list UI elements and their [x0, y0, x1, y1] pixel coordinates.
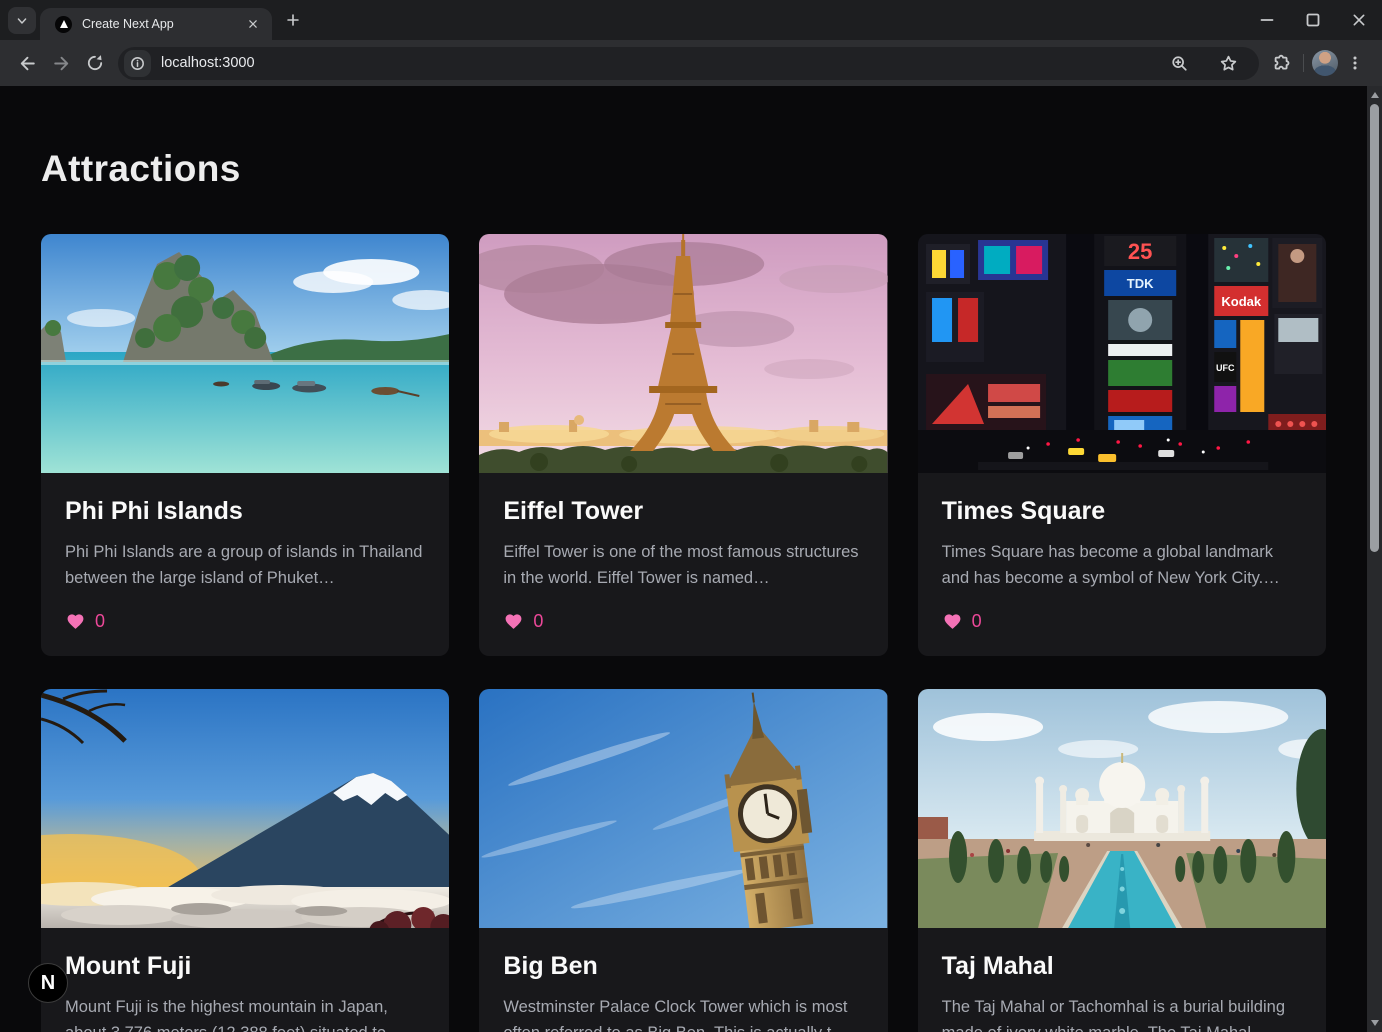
- like-button[interactable]: 0: [942, 611, 982, 632]
- heart-icon: [503, 612, 524, 631]
- card-title: Phi Phi Islands: [65, 497, 425, 526]
- vercel-triangle-favicon-icon: [55, 16, 72, 33]
- like-count: 0: [972, 611, 982, 632]
- card-description: Times Square has become a global landmar…: [942, 540, 1302, 591]
- attractions-grid: Phi Phi Islands Phi Phi Islands are a gr…: [41, 234, 1326, 1032]
- url-bar[interactable]: localhost:3000: [118, 47, 1259, 80]
- svg-text:Kodak: Kodak: [1221, 294, 1262, 309]
- browser-toolbar: localhost:3000: [0, 40, 1382, 86]
- heart-icon: [942, 612, 963, 631]
- card-description: Mount Fuji is the highest mountain in Ja…: [65, 995, 425, 1032]
- window-controls: [1244, 0, 1382, 40]
- tab-title: Create Next App: [82, 17, 242, 31]
- browser-tab[interactable]: Create Next App: [40, 8, 272, 40]
- attraction-card-taj-mahal[interactable]: Taj Mahal The Taj Mahal or Tachomhal is …: [918, 689, 1326, 1032]
- back-arrow-icon: [17, 53, 38, 74]
- reload-button[interactable]: [78, 46, 112, 80]
- like-button[interactable]: 0: [503, 611, 543, 632]
- mount-fuji-photo: [41, 689, 449, 928]
- heart-icon: [65, 612, 86, 631]
- svg-text:TDK: TDK: [1126, 276, 1153, 291]
- attraction-card-mount-fuji[interactable]: Mount Fuji Mount Fuji is the highest mou…: [41, 689, 449, 1032]
- close-icon: [246, 17, 260, 31]
- times-square-photo: 25 TDK Kodak: [918, 234, 1326, 473]
- card-description: Phi Phi Islands are a group of islands i…: [65, 540, 425, 591]
- avatar: [1312, 50, 1338, 76]
- maximize-icon: [1303, 10, 1323, 30]
- bookmark-star-button[interactable]: [1213, 48, 1243, 78]
- minimize-button[interactable]: [1244, 0, 1290, 40]
- card-description: The Taj Mahal or Tachomhal is a burial b…: [942, 995, 1302, 1032]
- omnibox-actions: [1164, 48, 1243, 78]
- card-description: Eiffel Tower is one of the most famous s…: [503, 540, 863, 591]
- attraction-card-big-ben[interactable]: Big Ben Westminster Palace Clock Tower w…: [479, 689, 887, 1032]
- back-button[interactable]: [10, 46, 44, 80]
- like-count: 0: [95, 611, 105, 632]
- eiffel-tower-photo: [479, 234, 887, 473]
- puzzle-icon: [1272, 53, 1292, 73]
- forward-button[interactable]: [44, 46, 78, 80]
- card-description: Westminster Palace Clock Tower which is …: [503, 995, 863, 1032]
- close-icon: [1350, 11, 1368, 29]
- tab-strip: Create Next App: [0, 0, 1382, 40]
- taj-mahal-photo: [918, 689, 1326, 928]
- new-tab-button[interactable]: [282, 9, 304, 31]
- scroll-down-button[interactable]: [1371, 1020, 1379, 1026]
- kebab-menu-icon: [1346, 54, 1364, 72]
- forward-arrow-icon: [51, 53, 72, 74]
- card-title: Times Square: [942, 497, 1302, 526]
- attraction-card-times-square[interactable]: 25 TDK Kodak: [918, 234, 1326, 656]
- info-icon: [129, 55, 146, 72]
- profile-avatar-button[interactable]: [1310, 48, 1340, 78]
- page-title: Attractions: [41, 148, 1367, 190]
- like-button[interactable]: 0: [65, 611, 105, 632]
- phi-phi-islands-photo: [41, 234, 449, 473]
- site-info-button[interactable]: [124, 50, 151, 77]
- tab-close-button[interactable]: [242, 13, 264, 35]
- toolbar-separator: [1303, 54, 1304, 72]
- card-title: Eiffel Tower: [503, 497, 863, 526]
- browser-window: Create Next App: [0, 0, 1382, 1032]
- scrollbar-thumb[interactable]: [1370, 104, 1379, 552]
- card-title: Taj Mahal: [942, 952, 1302, 981]
- attraction-card-phi-phi-islands[interactable]: Phi Phi Islands Phi Phi Islands are a gr…: [41, 234, 449, 656]
- chevron-down-icon: [14, 13, 30, 29]
- attraction-card-eiffel-tower[interactable]: Eiffel Tower Eiffel Tower is one of the …: [479, 234, 887, 656]
- minimize-icon: [1257, 10, 1277, 30]
- window-close-button[interactable]: [1336, 0, 1382, 40]
- card-title: Mount Fuji: [65, 952, 425, 981]
- star-icon: [1219, 54, 1238, 73]
- card-title: Big Ben: [503, 952, 863, 981]
- like-count: 0: [533, 611, 543, 632]
- big-ben-photo: [479, 689, 887, 928]
- vertical-scrollbar[interactable]: [1367, 86, 1382, 1032]
- extensions-button[interactable]: [1267, 48, 1297, 78]
- reload-icon: [85, 53, 105, 73]
- svg-text:25: 25: [1128, 239, 1152, 264]
- nextjs-devtools-button[interactable]: N: [28, 963, 68, 1003]
- svg-text:UFC: UFC: [1216, 363, 1235, 373]
- zoom-button[interactable]: [1164, 48, 1194, 78]
- maximize-button[interactable]: [1290, 0, 1336, 40]
- magnifier-plus-icon: [1170, 54, 1189, 73]
- tab-search-button[interactable]: [8, 7, 36, 34]
- scroll-up-button[interactable]: [1371, 92, 1379, 98]
- url-text: localhost:3000: [161, 55, 255, 71]
- plus-icon: [284, 11, 302, 29]
- browser-menu-button[interactable]: [1340, 48, 1370, 78]
- page-content: Attractions: [0, 86, 1367, 1032]
